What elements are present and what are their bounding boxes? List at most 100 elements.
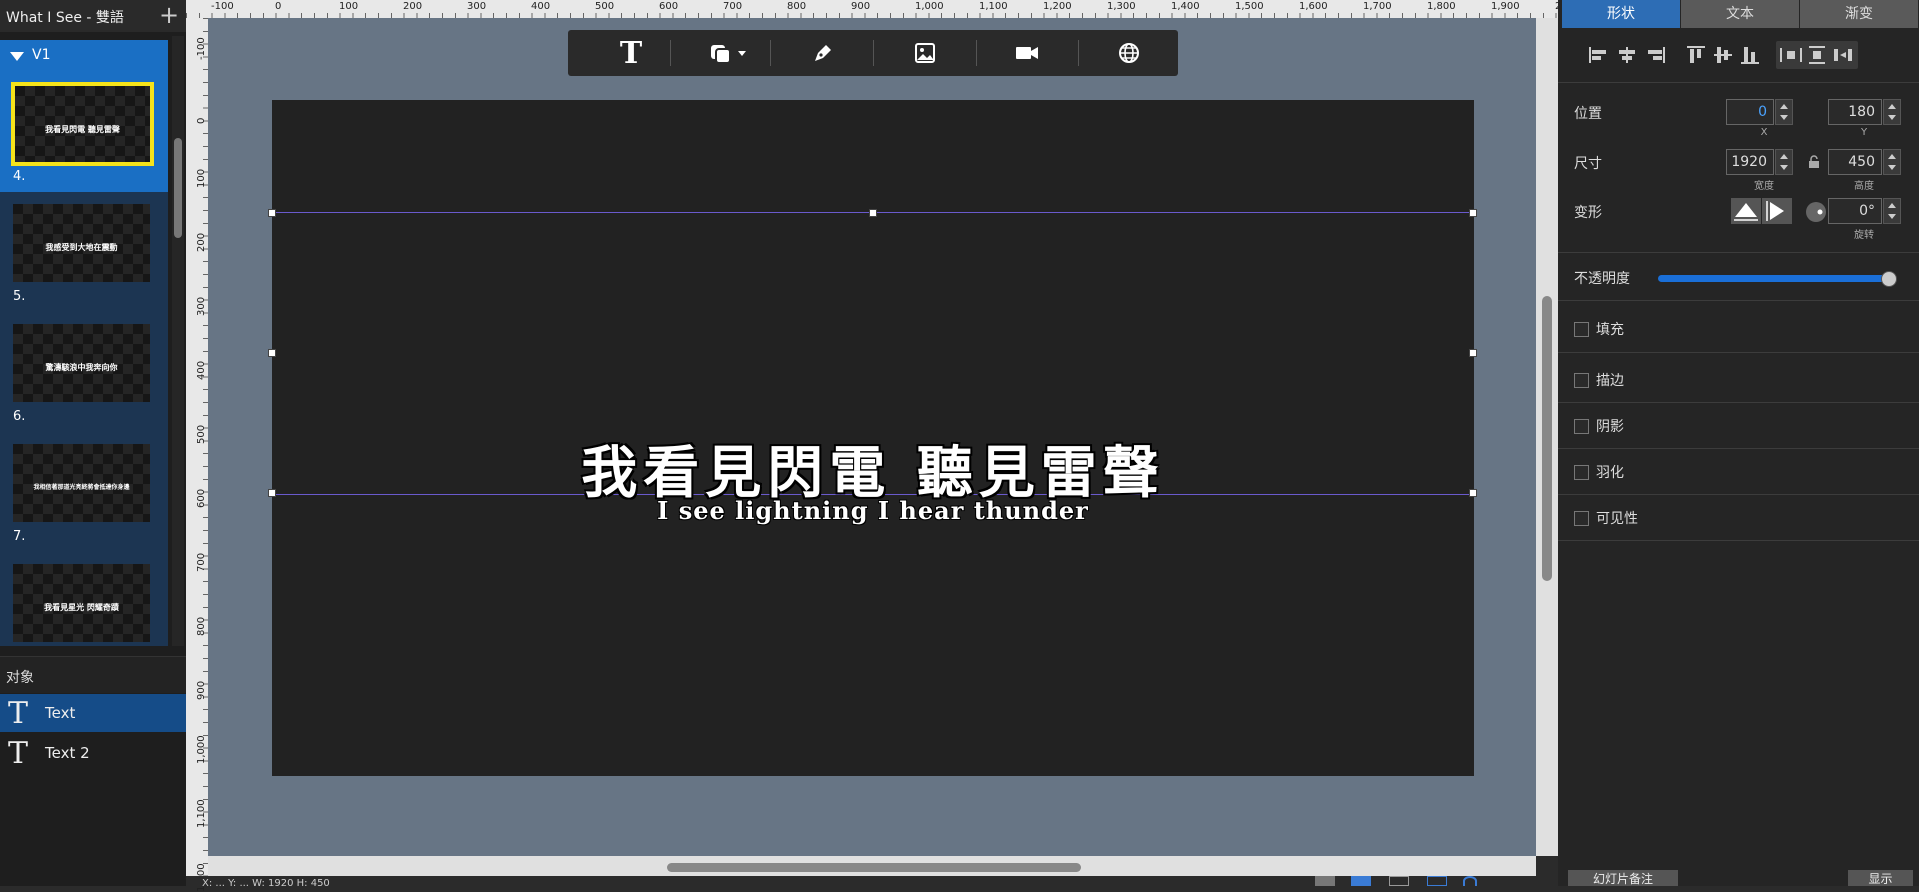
resize-handle[interactable]	[869, 209, 877, 217]
slide-notes-button[interactable]: 幻灯片备注	[1568, 870, 1678, 886]
canvas-horizontal-scrollbar-thumb[interactable]	[667, 863, 1081, 872]
ruler-tick-label: 900	[196, 680, 207, 700]
alignment-toolbar	[1558, 36, 1919, 76]
image-tool-button[interactable]	[903, 36, 947, 70]
slide-thumbnail[interactable]: 我相信著那道光亮終將會抵達你身邊	[13, 444, 150, 522]
align-middle-icon[interactable]	[1710, 44, 1736, 66]
video-tool-button[interactable]	[1005, 36, 1049, 70]
collapse-arrow-icon[interactable]	[10, 52, 24, 61]
divider	[1558, 494, 1919, 495]
project-title: What I See - 雙語	[6, 10, 124, 26]
add-slide-button[interactable]: +	[156, 3, 182, 29]
rotation-input[interactable]: 0°	[1828, 198, 1882, 224]
insert-toolbar: T	[568, 30, 1178, 76]
opacity-slider-handle[interactable]	[1881, 271, 1897, 287]
position-y-stepper[interactable]	[1883, 99, 1901, 125]
align-bottom-icon[interactable]	[1737, 44, 1763, 66]
slide-item[interactable]: 我感受到大地在震動 5.	[0, 192, 168, 312]
grid-icon[interactable]	[1389, 876, 1409, 886]
ruler-tick-label: 300	[467, 1, 487, 12]
aspect-lock-icon[interactable]	[1808, 155, 1820, 169]
ruler-tick-label: -100	[196, 37, 207, 60]
align-left-icon[interactable]	[1586, 44, 1612, 66]
visibility-checkbox[interactable]	[1574, 511, 1589, 526]
fill-checkbox[interactable]	[1574, 322, 1589, 337]
resize-handle[interactable]	[1469, 349, 1477, 357]
slides-scrollbar[interactable]	[172, 36, 184, 646]
ruler-tick-label: 200	[196, 232, 207, 252]
object-row[interactable]: T Text	[0, 694, 186, 732]
text-object-icon: T	[8, 696, 29, 731]
position-x-label: X	[1760, 127, 1768, 138]
slide-thumbnail[interactable]: 驚濤駭浪中我奔向你	[13, 324, 150, 402]
slide-thumbnail[interactable]: 我看見星光 閃耀奇蹟	[13, 564, 150, 642]
ruler-tick-label: 700	[196, 552, 207, 572]
slides-scrollbar-thumb[interactable]	[174, 138, 182, 238]
ruler-tick-label: 500	[196, 424, 207, 444]
rotation-dial-icon[interactable]	[1805, 201, 1827, 223]
shape-tool-button[interactable]	[699, 36, 757, 70]
slide-group-header[interactable]: V1	[0, 40, 168, 72]
feather-checkbox[interactable]	[1574, 465, 1589, 480]
show-button[interactable]: 显示	[1848, 870, 1913, 886]
distribute-vertical-icon[interactable]	[1804, 44, 1830, 66]
position-x-stepper[interactable]	[1775, 99, 1793, 125]
resize-handle[interactable]	[268, 209, 276, 217]
divider	[1558, 352, 1919, 353]
align-right-icon[interactable]	[1642, 44, 1668, 66]
feather-label: 羽化	[1596, 465, 1624, 481]
slide-item[interactable]: 我看見星光 閃耀奇蹟	[0, 552, 168, 646]
flip-horizontal-icon[interactable]	[1731, 198, 1761, 224]
guides-icon[interactable]	[1427, 876, 1447, 886]
text-tool-button[interactable]: T	[609, 36, 653, 71]
image-tool-icon	[915, 43, 935, 63]
slide-item[interactable]: 我看見閃電 聽見雷聲 4.	[0, 72, 168, 192]
rotation-stepper[interactable]	[1883, 198, 1901, 224]
slide-number: 6.	[13, 409, 26, 424]
width-input[interactable]: 1920	[1726, 149, 1774, 175]
canvas-vertical-scrollbar-thumb[interactable]	[1542, 296, 1552, 581]
height-stepper[interactable]	[1883, 149, 1901, 175]
pen-tool-button[interactable]	[801, 36, 845, 70]
object-label: Text	[45, 704, 76, 722]
position-y-input[interactable]: 180	[1828, 99, 1882, 125]
object-row[interactable]: T Text 2	[0, 734, 186, 772]
web-tool-button[interactable]	[1107, 36, 1151, 70]
stroke-checkbox[interactable]	[1574, 373, 1589, 388]
align-top-icon[interactable]	[1683, 44, 1709, 66]
slide-thumbnail-text: 我感受到大地在震動	[45, 243, 118, 252]
checkerboard-icon[interactable]	[1315, 876, 1335, 886]
distribute-horizontal-icon[interactable]	[1778, 44, 1804, 66]
pen-tool-icon	[815, 45, 831, 61]
shadow-checkbox[interactable]	[1574, 419, 1589, 434]
tab-gradient[interactable]: 渐变	[1800, 0, 1918, 28]
size-label: 尺寸	[1574, 156, 1602, 172]
position-x-input[interactable]: 0	[1726, 99, 1774, 125]
tab-text[interactable]: 文本	[1681, 0, 1799, 28]
slide-thumbnail[interactable]: 我感受到大地在震動	[13, 204, 150, 282]
slide-item[interactable]: 我相信著那道光亮終將會抵達你身邊 7.	[0, 432, 168, 552]
width-stepper[interactable]	[1775, 149, 1793, 175]
slide-subtitle-text[interactable]: I see lightning I hear thunder	[272, 496, 1474, 525]
slide-thumbnail[interactable]: 我看見閃電 聽見雷聲	[11, 82, 154, 166]
toolbar-divider	[1078, 40, 1079, 66]
height-input[interactable]: 450	[1828, 149, 1882, 175]
view-options	[1315, 876, 1535, 886]
divider	[1558, 448, 1919, 449]
zoom-icon[interactable]	[1463, 876, 1477, 886]
ruler-toggle-icon[interactable]	[1351, 876, 1371, 886]
align-center-h-icon[interactable]	[1614, 44, 1640, 66]
ruler-tick-label: 700	[723, 1, 743, 12]
slide-number: 5.	[13, 289, 26, 304]
opacity-slider[interactable]	[1658, 275, 1892, 282]
flip-vertical-icon[interactable]	[1762, 198, 1792, 224]
resize-handle[interactable]	[1469, 209, 1477, 217]
web-tool-icon	[1119, 43, 1139, 63]
slide-item[interactable]: 驚濤駭浪中我奔向你 6.	[0, 312, 168, 432]
ruler-tick-label: 100	[196, 168, 207, 188]
resize-handle[interactable]	[268, 349, 276, 357]
width-label: 宽度	[1754, 181, 1774, 192]
distribute-spacing-icon[interactable]	[1830, 44, 1856, 66]
tab-shape[interactable]: 形状	[1562, 0, 1680, 28]
text-object-icon: T	[8, 736, 29, 771]
